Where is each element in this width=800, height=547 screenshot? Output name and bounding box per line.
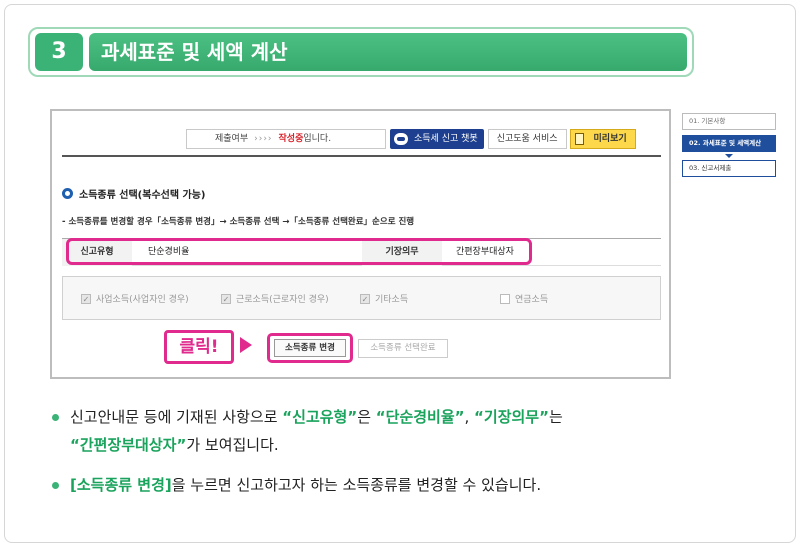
- step-nav-item-basic[interactable]: 01. 기본사항: [682, 113, 776, 130]
- section-title: 소득종류 선택(복수선택 가능): [62, 186, 206, 201]
- step-title: 과세표준 및 세액 계산: [89, 33, 687, 71]
- arrow-right-icon: [240, 337, 252, 353]
- preview-button[interactable]: 미리보기: [569, 129, 636, 149]
- document-icon: [574, 133, 584, 145]
- income-option-earned[interactable]: ✓ 근로소득(근로자인 경우): [221, 292, 329, 305]
- bookkeeping-value: 간편장부대상자: [456, 247, 514, 257]
- bookkeeping-label: 기장의무: [362, 239, 442, 266]
- step-nav-item-submit[interactable]: 03. 신고서제출: [682, 160, 776, 177]
- checkbox-icon[interactable]: ✓: [221, 293, 231, 304]
- text: ,: [464, 408, 475, 426]
- income-option-other[interactable]: ✓ 기타소득: [360, 292, 408, 305]
- step-number: 3: [35, 33, 83, 71]
- income-option-label: 근로소득(근로자인 경우): [236, 295, 329, 305]
- caret-down-icon: [725, 154, 733, 158]
- complete-selection-button[interactable]: 소득종류 선택완료: [358, 339, 448, 358]
- info-table: 신고유형 단순경비율 기장의무 간편장부대상자: [62, 238, 661, 266]
- income-option-label: 연금소득: [515, 295, 549, 305]
- text: 는: [548, 408, 563, 426]
- description-list: 신고안내문 등에 기재된 사항으로 “신고유형”은 “단순경비율”, “기장의무…: [50, 403, 750, 511]
- highlight-text: “단순경비율”: [375, 408, 465, 426]
- change-income-type-button[interactable]: 소득종류 변경: [274, 339, 346, 357]
- checkbox-icon[interactable]: ✓: [81, 293, 91, 304]
- divider: [62, 155, 661, 157]
- change-button-highlight: 소득종류 변경: [267, 333, 353, 363]
- highlight-text: “간편장부대상자”: [70, 436, 187, 454]
- chatbot-icon: [394, 133, 408, 145]
- income-type-box: ✓ 사업소득(사업자인 경우) ✓ 근로소득(근로자인 경우) ✓ 기타소득 연…: [62, 276, 661, 320]
- status-suffix: 입니다.: [303, 134, 332, 144]
- type-value: 단순경비율: [148, 247, 190, 257]
- highlight-text: “신고유형”: [282, 408, 358, 426]
- submit-label: 제출여부: [215, 134, 249, 144]
- checkbox-icon[interactable]: ✓: [360, 293, 370, 304]
- chatbot-label: 소득세 신고 챗봇: [414, 134, 478, 144]
- step-header: 3 과세표준 및 세액 계산: [28, 27, 694, 77]
- highlight-text: [소득종류 변경]: [70, 476, 172, 494]
- type-label: 신고유형: [62, 239, 132, 266]
- submit-status: 제출여부 ›››› 작성중입니다.: [186, 129, 386, 149]
- income-option-label: 기타소득: [375, 295, 409, 305]
- income-option-pension[interactable]: 연금소득: [500, 292, 548, 305]
- description-item: 신고안내문 등에 기재된 사항으로 “신고유형”은 “단순경비율”, “기장의무…: [50, 403, 750, 459]
- step-nav-item-tax-calc[interactable]: 02. 과세표준 및 세액계산: [682, 135, 776, 152]
- checkbox-icon[interactable]: [500, 293, 510, 304]
- step-nav: 01. 기본사항 02. 과세표준 및 세액계산 03. 신고서제출: [682, 113, 776, 182]
- help-service-button[interactable]: 신고도움 서비스: [487, 129, 567, 149]
- status-writing: 작성중: [278, 134, 304, 144]
- preview-label: 미리보기: [593, 134, 627, 144]
- text: 신고안내문 등에 기재된 사항으로: [70, 408, 283, 426]
- section-title-text: 소득종류 선택(복수선택 가능): [79, 190, 206, 201]
- text: 가 보여집니다.: [186, 436, 279, 454]
- text: 을 누르면 신고하고자 하는 소득종류를 변경할 수 있습니다.: [171, 476, 542, 494]
- text: 은: [357, 408, 376, 426]
- highlight-text: “기장의무”: [474, 408, 549, 426]
- income-option-business[interactable]: ✓ 사업소득(사업자인 경우): [81, 292, 189, 305]
- toolbar: 제출여부 ›››› 작성중입니다. 소득세 신고 챗봇 신고도움 서비스 미리보기: [186, 129, 636, 149]
- instruction-text: - 소득종류를 변경할 경우「소득종류 변경」→ 소득종류 선택 →「소득종류 …: [62, 217, 415, 227]
- screenshot-panel: 제출여부 ›››› 작성중입니다. 소득세 신고 챗봇 신고도움 서비스 미리보기 …: [50, 109, 671, 379]
- description-item: [소득종류 변경]을 누르면 신고하고자 하는 소득종류를 변경할 수 있습니다…: [50, 471, 750, 499]
- chatbot-button[interactable]: 소득세 신고 챗봇: [390, 129, 484, 149]
- income-option-label: 사업소득(사업자인 경우): [96, 295, 189, 305]
- arrows-icon: ››››: [254, 134, 273, 144]
- radio-bullet-icon: [62, 188, 73, 199]
- click-callout: 클릭!: [164, 330, 234, 364]
